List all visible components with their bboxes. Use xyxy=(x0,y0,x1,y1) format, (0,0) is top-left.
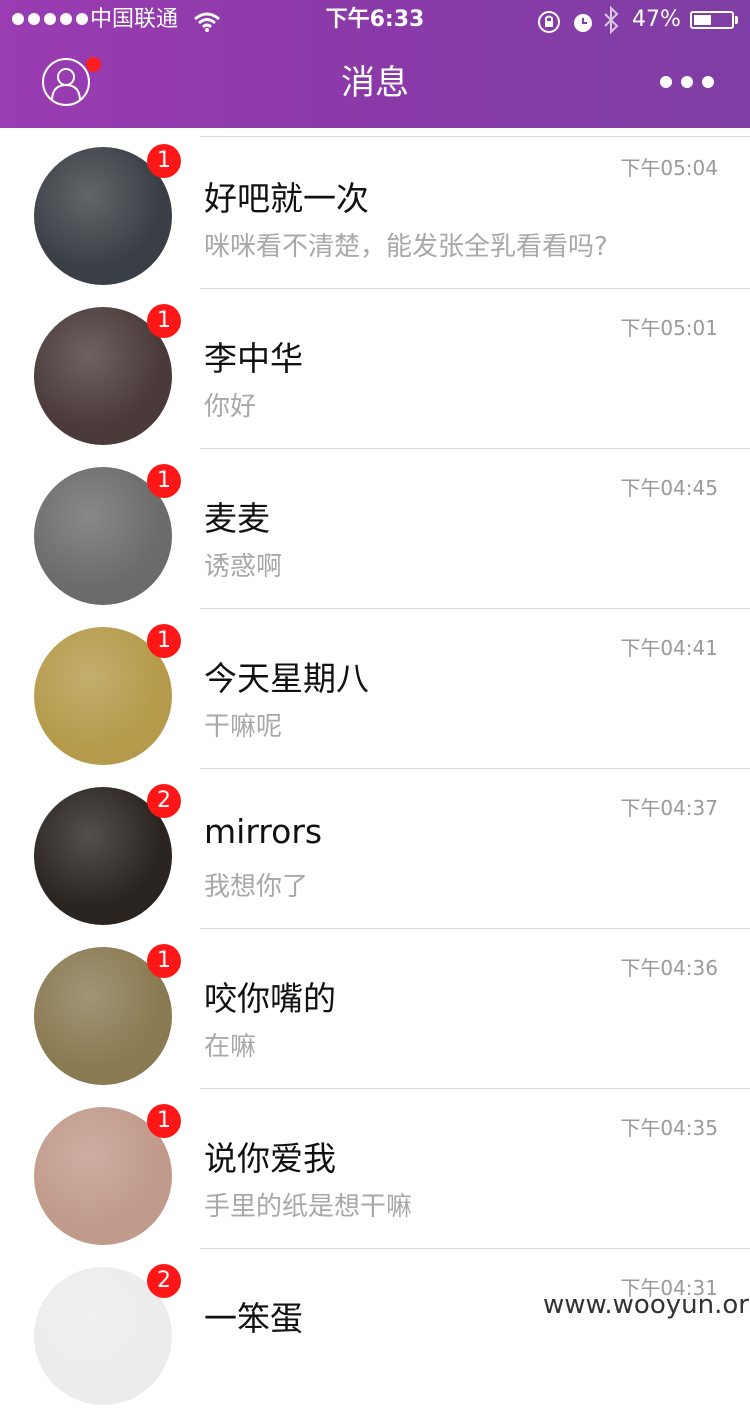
conversation-row[interactable]: 1 麦麦诱惑啊 下午04:45 xyxy=(0,448,750,608)
unread-badge: 1 xyxy=(147,144,181,178)
row-divider xyxy=(200,928,750,929)
battery-percentage: 47% xyxy=(632,7,681,32)
message-preview: 咪咪看不清楚，能发张全乳看看吗? xyxy=(204,232,608,262)
message-time: 下午04:37 xyxy=(620,796,718,820)
alarm-icon xyxy=(572,8,594,48)
row-divider xyxy=(200,288,750,289)
conversation-row[interactable]: 2 一笨蛋 下午04:31 xyxy=(0,1248,750,1408)
row-divider xyxy=(200,448,750,449)
contact-name: mirrors xyxy=(204,812,323,851)
row-divider xyxy=(200,768,750,769)
more-button[interactable] xyxy=(660,72,716,92)
message-time: 下午04:41 xyxy=(620,636,718,660)
page-title: 消息 xyxy=(341,63,409,103)
unread-badge: 1 xyxy=(147,624,181,658)
message-time: 下午04:45 xyxy=(620,476,718,500)
unread-badge: 1 xyxy=(147,464,181,498)
unread-badge: 1 xyxy=(147,944,181,978)
message-time: 下午04:35 xyxy=(620,1116,718,1140)
ellipsis-dot xyxy=(702,76,714,88)
conversation-row[interactable]: 1 咬你嘴的在嘛 下午04:36 xyxy=(0,928,750,1088)
row-divider xyxy=(200,608,750,609)
row-divider xyxy=(200,1088,750,1089)
rotation-lock-icon xyxy=(537,8,561,48)
ellipsis-dot xyxy=(681,76,693,88)
watermark: www.wooyun.org xyxy=(543,1290,750,1320)
ellipsis-icon xyxy=(660,76,672,88)
unread-badge: 1 xyxy=(147,304,181,338)
contact-name: 一笨蛋 xyxy=(204,1299,303,1338)
conversation-row[interactable]: 1 说你爱我手里的纸是想干嘛 下午04:35 xyxy=(0,1088,750,1248)
conversation-list: 1 好吧就一次咪咪看不清楚，能发张全乳看看吗? 下午05:04 1 李中华你好 下午05:… xyxy=(0,128,750,1408)
conversation-row[interactable]: 1 今天星期八干嘛呢 下午04:41 xyxy=(0,608,750,768)
top-bar: 中国联通 下午6:33 47% 消息 xyxy=(0,0,750,128)
message-time: 下午05:04 xyxy=(620,156,718,180)
message-preview: 干嘛呢 xyxy=(204,712,283,742)
contact-name: 好吧就一次 xyxy=(204,179,369,218)
message-preview: 你好 xyxy=(204,392,257,422)
conversation-row[interactable]: 1 好吧就一次咪咪看不清楚，能发张全乳看看吗? 下午05:04 xyxy=(0,128,750,288)
message-preview: 手里的纸是想干嘛 xyxy=(204,1192,413,1222)
battery-nub xyxy=(735,16,738,24)
unread-badge: 1 xyxy=(147,1104,181,1138)
row-divider xyxy=(200,1248,750,1249)
unread-badge: 2 xyxy=(147,784,181,818)
message-time: 下午05:01 xyxy=(620,316,718,340)
status-bar: 中国联通 下午6:33 47% xyxy=(0,0,750,40)
unread-badge: 2 xyxy=(147,1264,181,1298)
contact-name: 麦麦 xyxy=(204,499,270,538)
contact-name: 今天星期八 xyxy=(204,659,369,698)
contact-name: 李中华 xyxy=(204,339,303,378)
contact-name: 说你爱我 xyxy=(204,1139,336,1178)
message-preview: 在嘛 xyxy=(204,1032,257,1062)
message-time: 下午04:36 xyxy=(620,956,718,980)
conversation-row[interactable]: 2 mirrors 我想你了 下午04:37 xyxy=(0,768,750,928)
battery-icon xyxy=(690,11,734,29)
message-preview: 我想你了 xyxy=(204,872,309,902)
message-preview: 诱惑啊 xyxy=(204,552,283,582)
conversation-row[interactable]: 1 李中华你好 下午05:01 xyxy=(0,288,750,448)
bluetooth-icon xyxy=(602,5,620,48)
contact-name: 咬你嘴的 xyxy=(204,979,336,1018)
